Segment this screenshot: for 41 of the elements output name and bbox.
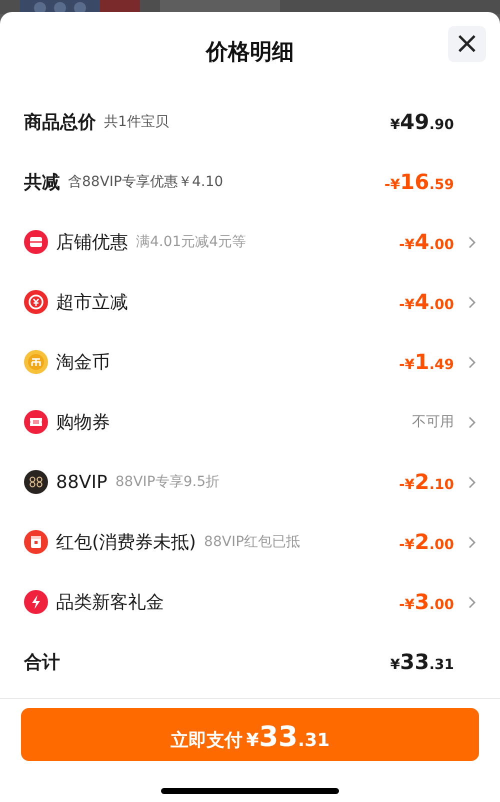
row-label: 红包(消费券未抵) bbox=[56, 531, 196, 554]
envelope-icon bbox=[24, 530, 48, 554]
chevron-icon[interactable] bbox=[468, 416, 476, 428]
vip-icon bbox=[24, 470, 48, 494]
amount: ¥33.31 bbox=[390, 650, 454, 674]
sheet-title: 价格明细 bbox=[206, 39, 294, 67]
row-label: 合计 bbox=[24, 651, 60, 674]
row-label: 淘金币 bbox=[56, 351, 110, 374]
coin-icon bbox=[24, 350, 48, 374]
chevron-icon[interactable] bbox=[468, 296, 476, 308]
row-label: 商品总价 bbox=[24, 111, 96, 134]
amount: ¥49.90 bbox=[390, 110, 454, 134]
row-note: 满4.01元减4元等 bbox=[136, 233, 246, 251]
amount: -¥4.00 bbox=[399, 230, 454, 254]
row-note: 共1件宝贝 bbox=[104, 113, 169, 131]
row-label: 88VIP bbox=[56, 472, 108, 492]
status-text: 不可用 bbox=[412, 413, 454, 431]
close-button[interactable]: × bbox=[448, 26, 486, 62]
store-icon bbox=[24, 230, 48, 254]
row-label: 共减 bbox=[24, 171, 60, 194]
chevron-icon[interactable] bbox=[468, 476, 476, 488]
amount: -¥16.59 bbox=[384, 170, 454, 194]
yen-coin-icon bbox=[24, 290, 48, 314]
row-note: 含88VIP专享优惠￥4.10 bbox=[68, 173, 224, 191]
lightning-icon bbox=[24, 590, 48, 614]
row-label: 品类新客礼金 bbox=[56, 591, 164, 614]
amount: -¥4.00 bbox=[399, 290, 454, 314]
amount: -¥2.10 bbox=[399, 470, 454, 494]
chevron-icon[interactable] bbox=[468, 236, 476, 248]
ticket-icon bbox=[24, 410, 48, 434]
amount: -¥2.00 bbox=[399, 530, 454, 554]
amount: -¥3.00 bbox=[399, 590, 454, 614]
row-label: 店铺优惠 bbox=[56, 231, 128, 254]
chevron-icon[interactable] bbox=[468, 536, 476, 548]
amount: -¥1.49 bbox=[399, 350, 454, 374]
chevron-icon[interactable] bbox=[468, 596, 476, 608]
chevron-icon[interactable] bbox=[468, 356, 476, 368]
row-note: 88VIP红包已抵 bbox=[204, 533, 300, 551]
row-label: 购物券 bbox=[56, 411, 110, 434]
row-note: 88VIP专享9.5折 bbox=[115, 473, 220, 491]
row-label: 超市立减 bbox=[56, 291, 128, 314]
